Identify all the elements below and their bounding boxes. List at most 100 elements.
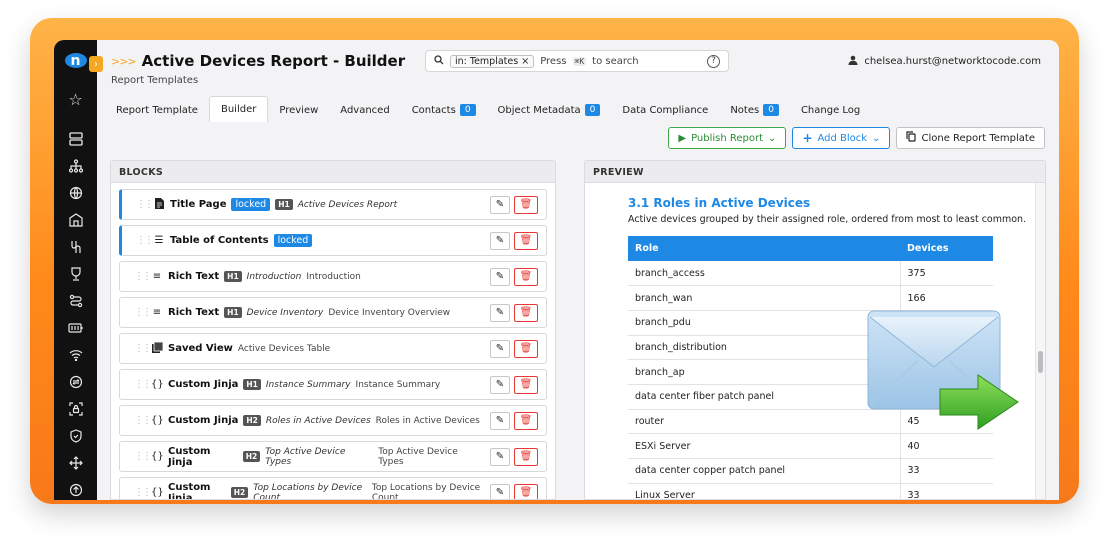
user-menu[interactable]: chelsea.hurst@networktocode.com bbox=[848, 55, 1041, 68]
edit-block-button[interactable]: ✎ bbox=[490, 231, 510, 250]
block-row-table-of-contents[interactable]: ⋮⋮ ☰ Table of Contents locked ✎ 🗑 bbox=[119, 225, 547, 256]
network-icon[interactable] bbox=[65, 156, 87, 176]
drag-handle-icon[interactable]: ⋮⋮ bbox=[136, 199, 154, 210]
delete-block-button[interactable]: 🗑 bbox=[514, 483, 538, 499]
block-row-custom-jinja[interactable]: ⋮⋮ {} Custom Jinja H1 Instance Summary I… bbox=[119, 369, 547, 400]
circuits-icon[interactable] bbox=[65, 237, 87, 257]
code-braces-icon: {} bbox=[151, 379, 164, 390]
table-row: Linux Server 33 bbox=[628, 483, 993, 499]
publish-report-button[interactable]: ▶ Publish Report ⌄ bbox=[668, 127, 787, 149]
preview-scrollbar[interactable] bbox=[1035, 183, 1045, 499]
devices-cell: 40 bbox=[900, 433, 993, 459]
drag-handle-icon[interactable]: ⋮⋮ bbox=[134, 343, 152, 354]
block-type: Rich Text bbox=[168, 307, 220, 318]
breadcrumb[interactable]: Report Templates bbox=[111, 75, 198, 86]
tab-report-template[interactable]: Report Template bbox=[105, 98, 209, 122]
add-block-label: Add Block bbox=[817, 132, 868, 144]
search-filter-label: in: Templates bbox=[455, 55, 519, 67]
block-description: Introduction bbox=[306, 271, 361, 282]
search-shortcut-key: ⌘K bbox=[572, 56, 587, 66]
drag-handle-icon[interactable]: ⋮⋮ bbox=[136, 235, 154, 246]
edit-block-button[interactable]: ✎ bbox=[490, 267, 510, 286]
lock-screen-icon[interactable] bbox=[65, 399, 87, 419]
drag-handle-icon[interactable]: ⋮⋮ bbox=[134, 415, 152, 426]
tab-label: Change Log bbox=[800, 104, 861, 116]
edit-block-button[interactable]: ✎ bbox=[490, 303, 510, 322]
tab-label: Contacts bbox=[411, 104, 456, 116]
upload-icon[interactable] bbox=[65, 480, 87, 500]
blocks-panel: BLOCKS ⋮⋮ Title Page locked H1 Active De… bbox=[110, 160, 556, 500]
nautobot-logo[interactable]: n bbox=[64, 53, 87, 68]
locked-badge: locked bbox=[273, 234, 313, 247]
clone-report-template-button[interactable]: Clone Report Template bbox=[896, 127, 1045, 149]
block-description: Instance Summary bbox=[355, 379, 441, 390]
delete-block-button[interactable]: 🗑 bbox=[514, 375, 538, 394]
delete-block-button[interactable]: 🗑 bbox=[514, 195, 538, 214]
table-row: data center copper patch panel 33 bbox=[628, 458, 993, 484]
block-row-rich-text[interactable]: ⋮⋮ ≡ Rich Text H1 Device Inventory Devic… bbox=[119, 297, 547, 328]
block-row-title-page[interactable]: ⋮⋮ Title Page locked H1 Active Devices R… bbox=[119, 189, 547, 220]
tab-data-compliance[interactable]: Data Compliance bbox=[611, 98, 719, 122]
role-cell: branch_pdu bbox=[628, 310, 901, 336]
edit-block-button[interactable]: ✎ bbox=[490, 447, 510, 466]
edit-block-button[interactable]: ✎ bbox=[490, 411, 510, 430]
help-icon[interactable]: ? bbox=[707, 54, 720, 68]
block-row-custom-jinja[interactable]: ⋮⋮ {} Custom Jinja H2 Roles in Active De… bbox=[119, 405, 547, 436]
edit-block-button[interactable]: ✎ bbox=[490, 483, 510, 499]
block-row-custom-jinja[interactable]: ⋮⋮ {} Custom Jinja H2 Top Active Device … bbox=[119, 441, 547, 472]
delete-block-button[interactable]: 🗑 bbox=[514, 267, 538, 286]
person-icon bbox=[848, 55, 858, 68]
heading-level-badge: H1 bbox=[243, 379, 261, 390]
block-type: Custom Jinja bbox=[168, 445, 211, 468]
drag-handle-icon[interactable]: ⋮⋮ bbox=[134, 487, 152, 498]
delete-block-button[interactable]: 🗑 bbox=[514, 447, 538, 466]
role-cell: branch_distribution bbox=[628, 335, 901, 361]
chip-close-icon[interactable]: × bbox=[521, 56, 529, 67]
search-input[interactable]: in: Templates × Press ⌘K to search ? bbox=[425, 50, 729, 72]
code-braces-icon: {} bbox=[151, 487, 164, 498]
sidebar: n ☆ bbox=[54, 40, 97, 500]
wifi-icon[interactable] bbox=[65, 345, 87, 365]
block-row-saved-view[interactable]: ⋮⋮ Saved View Active Devices Table ✎ 🗑 bbox=[119, 333, 547, 364]
code-braces-icon: {} bbox=[151, 415, 164, 426]
move-icon[interactable] bbox=[65, 453, 87, 473]
sidebar-toggle-button[interactable]: › bbox=[89, 56, 103, 72]
tab-object-metadata[interactable]: Object Metadata 0 bbox=[487, 98, 612, 122]
shield-icon[interactable] bbox=[65, 426, 87, 446]
blocks-panel-heading: BLOCKS bbox=[111, 161, 555, 183]
trophy-icon[interactable] bbox=[65, 264, 87, 284]
tab-preview[interactable]: Preview bbox=[268, 98, 329, 122]
delete-block-button[interactable]: 🗑 bbox=[514, 411, 538, 430]
tab-contacts[interactable]: Contacts 0 bbox=[401, 98, 487, 122]
edit-block-button[interactable]: ✎ bbox=[490, 195, 510, 214]
copy-icon bbox=[906, 131, 917, 145]
edit-block-button[interactable]: ✎ bbox=[490, 339, 510, 358]
search-filter-chip[interactable]: in: Templates × bbox=[450, 54, 535, 68]
drag-handle-icon[interactable]: ⋮⋮ bbox=[134, 379, 152, 390]
star-icon[interactable]: ☆ bbox=[65, 90, 87, 110]
add-block-button[interactable]: + Add Block ⌄ bbox=[792, 127, 891, 149]
delete-block-button[interactable]: 🗑 bbox=[514, 303, 538, 322]
drag-handle-icon[interactable]: ⋮⋮ bbox=[134, 271, 152, 282]
delete-block-button[interactable]: 🗑 bbox=[514, 231, 538, 250]
routing-icon[interactable] bbox=[65, 291, 87, 311]
tab-change-log[interactable]: Change Log bbox=[790, 98, 871, 122]
battery-icon[interactable] bbox=[65, 318, 87, 338]
role-cell: branch_ap bbox=[628, 359, 901, 385]
tab-builder[interactable]: Builder bbox=[208, 96, 269, 122]
drag-handle-icon[interactable]: ⋮⋮ bbox=[134, 451, 152, 462]
block-type: Custom Jinja bbox=[168, 379, 239, 390]
vpn-icon[interactable] bbox=[65, 372, 87, 392]
tab-advanced[interactable]: Advanced bbox=[329, 98, 400, 122]
edit-block-button[interactable]: ✎ bbox=[490, 375, 510, 394]
drag-handle-icon[interactable]: ⋮⋮ bbox=[134, 307, 152, 318]
delete-block-button[interactable]: 🗑 bbox=[514, 339, 538, 358]
server-icon[interactable] bbox=[65, 129, 87, 149]
block-row-rich-text[interactable]: ⋮⋮ ≡ Rich Text H1 Introduction Introduct… bbox=[119, 261, 547, 292]
block-row-custom-jinja[interactable]: ⋮⋮ {} Custom Jinja H2 Top Locations by D… bbox=[119, 477, 547, 499]
globe-icon[interactable] bbox=[65, 183, 87, 203]
tab-notes[interactable]: Notes 0 bbox=[719, 98, 790, 122]
building-icon[interactable] bbox=[65, 210, 87, 230]
preview-scrollbar-thumb[interactable] bbox=[1038, 351, 1043, 373]
block-title: Instance Summary bbox=[265, 379, 351, 390]
